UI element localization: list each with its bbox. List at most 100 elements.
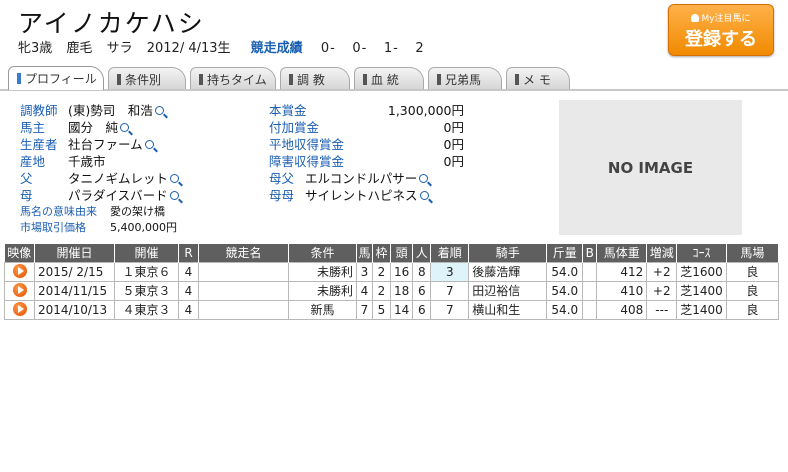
gate-cell: 2 [372,261,391,282]
search-icon[interactable] [419,191,429,200]
horse-meta: 牝3歳 鹿毛 サラ 2012/ 4/13生 競走成績 0- 0- 1- 2 [18,37,425,56]
horse-photo-placeholder: NO IMAGE [559,100,742,235]
dam-value[interactable]: パラダイスバード [68,185,179,204]
meeting-cell: ５東京３ [114,280,179,301]
search-icon[interactable] [154,106,164,115]
col-meeting: 開催 [114,244,179,262]
video-cell[interactable] [4,280,35,301]
date-cell: 2014/10/13 [34,299,115,320]
gate-cell: 2 [372,280,391,301]
play-video-icon[interactable] [12,264,27,278]
col-condition: 条件 [288,244,357,262]
table-row: 2015/ 2/15 １東京６ 4 未勝利 3 2 16 8 3 後藤浩輝 54… [4,261,779,282]
horse-no-cell: 3 [356,261,373,282]
tab-pedigree[interactable]: 血 統 [354,67,424,89]
table-row: 2014/10/13 ４東京３ 4 新馬 7 5 14 6 7 横山和生 54.… [4,299,779,320]
video-cell[interactable] [4,299,35,320]
col-date: 開催日 [34,244,115,262]
tab-conditions[interactable]: 条件別 [108,67,186,89]
tab-best-times[interactable]: 持ちタイム [190,67,276,89]
prize-jump-row: 障害収得賞金 0円 [269,151,464,169]
race-no-cell: 4 [178,261,199,282]
tab-marker-icon [289,74,293,85]
track-cell: 良 [725,299,779,320]
breed: サラ [106,41,133,56]
tab-profile[interactable]: プロフィール [8,66,104,90]
race-name-cell [198,280,289,301]
gate-cell: 5 [372,299,391,320]
table-header-row: 映像 開催日 開催 R 競走名 条件 馬 枠 頭 人 着順 騎手 斤量 B 馬体… [4,244,779,262]
grand-dam-value[interactable]: サイレントハピネス [305,185,429,204]
popularity-cell: 6 [412,299,432,320]
race-no-cell: 4 [178,299,199,320]
play-video-icon[interactable] [12,283,27,297]
col-body-weight: 馬体重 [596,244,648,262]
play-video-icon[interactable] [12,302,27,316]
table-row: 2014/11/15 ５東京３ 4 未勝利 4 2 18 6 7 田辺裕信 54… [4,280,779,301]
tab-siblings[interactable]: 兄弟馬 [428,67,502,89]
tab-marker-icon [17,73,21,84]
body-weight-cell: 408 [596,299,648,320]
search-icon[interactable] [419,174,429,183]
name-origin-label: 馬名の意味由来 [20,205,97,218]
search-icon[interactable] [169,191,179,200]
col-track: 馬場 [726,244,779,262]
market-price-label: 市場取引価格 [20,221,86,234]
tab-marker-icon [515,74,519,85]
body-weight-cell: 412 [596,261,648,282]
tab-training[interactable]: 調 教 [280,67,350,89]
blinker-cell [582,280,598,301]
race-name-cell [198,299,289,320]
body-weight-cell: 410 [596,280,648,301]
tab-marker-icon [363,74,367,85]
jockey-cell: 後藤浩輝 [468,261,548,282]
register-favorite-button[interactable]: My注目馬に 登録する [668,4,774,56]
col-race-no: R [178,244,199,262]
tab-memo[interactable]: メ モ [506,67,570,89]
weight-cell: 54.0 [546,261,584,282]
video-cell[interactable] [4,261,35,282]
col-runners: 頭 [390,244,414,262]
runners-cell: 14 [389,299,414,320]
col-finish: 着順 [430,244,470,262]
prize-jump-value: 0円 [443,154,464,169]
search-icon[interactable] [144,140,154,149]
horse-name: アイノカケハシ [18,9,205,38]
col-gate: 枠 [372,244,391,262]
tab-marker-icon [199,74,203,85]
weight-change-cell: +2 [646,280,678,301]
weight-cell: 54.0 [546,280,584,301]
horse-no-cell: 4 [356,280,373,301]
race-name-cell [198,261,289,282]
tabs-divider [0,89,788,91]
tab-marker-icon [437,74,441,85]
popularity-cell: 8 [412,261,432,282]
date-cell: 2014/11/15 [34,280,115,301]
finish-cell: 3 [430,261,470,282]
col-blinker: B [582,244,598,262]
runners-cell: 18 [389,280,414,301]
col-popularity: 人 [412,244,432,262]
record-label: 競走成績 [250,41,303,56]
col-course: ｺｰｽ [676,244,727,262]
blinker-cell [582,299,598,320]
birthdate: 2012/ 4/13生 [146,41,231,56]
meeting-cell: １東京６ [114,261,179,282]
race-results-table: 映像 開催日 開催 R 競走名 条件 馬 枠 頭 人 着順 騎手 斤量 B 馬体… [4,244,779,320]
register-small-label: My注目馬に [701,14,751,24]
condition-cell: 未勝利 [288,261,357,282]
register-big-label: 登録する [685,29,757,50]
col-jockey: 騎手 [468,244,548,262]
record-first: 0- [320,41,336,56]
person-icon [691,14,700,22]
col-weight: 斤量 [546,244,584,262]
condition-cell: 未勝利 [288,280,357,301]
course-cell: 芝1400 [676,280,727,301]
market-price-value: 5,400,000円 [110,221,177,234]
record-other: 2 [415,41,425,56]
col-horse-no: 馬 [356,244,373,262]
search-icon[interactable] [170,174,180,183]
search-icon[interactable] [120,123,130,132]
tab-marker-icon [117,74,121,85]
grand-dam-label: 母母 [269,188,295,203]
